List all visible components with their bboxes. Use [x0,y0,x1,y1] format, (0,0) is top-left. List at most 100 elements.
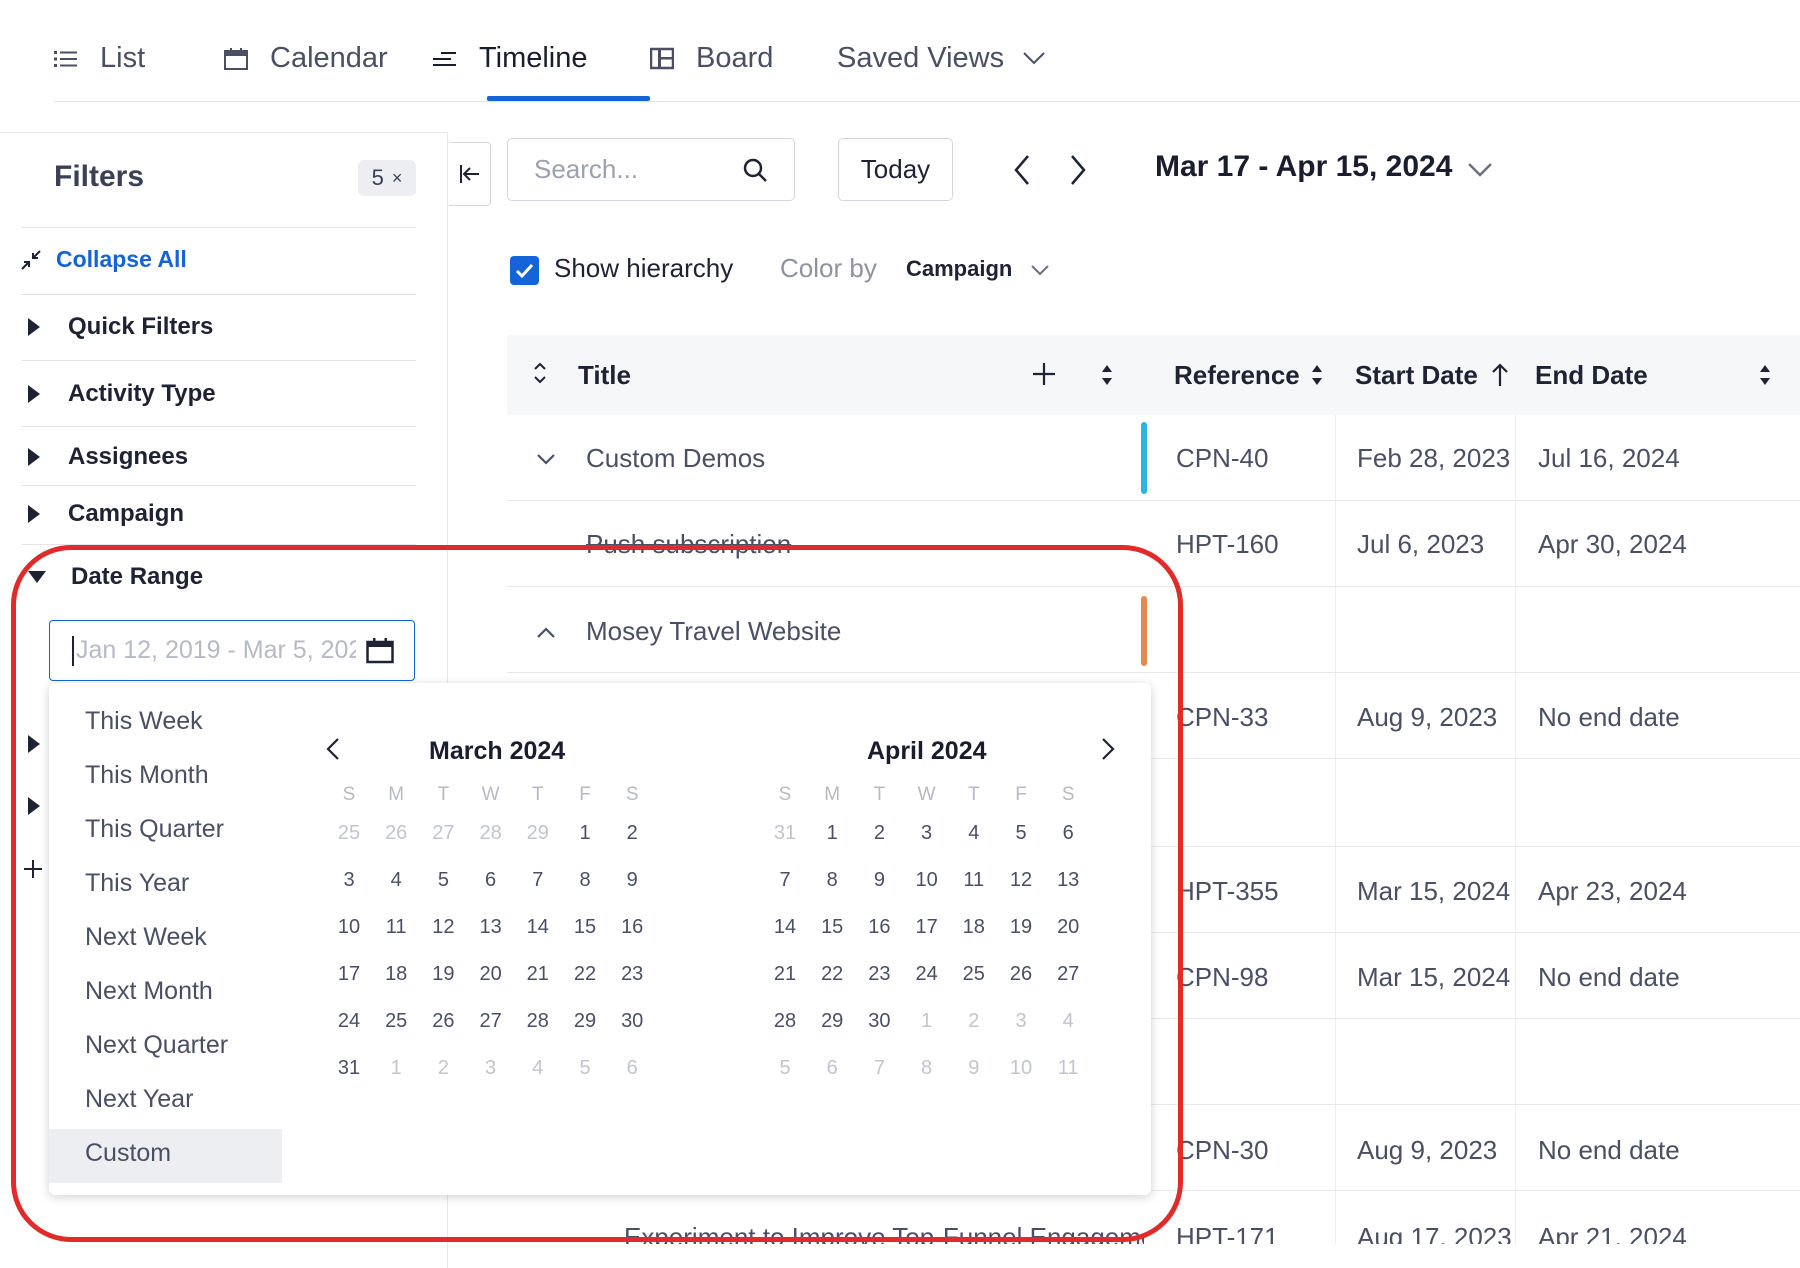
calendar-day[interactable]: 21 [518,963,558,986]
calendar-day[interactable]: 7 [765,869,805,892]
calendar-day[interactable]: 27 [1048,963,1088,986]
calendar-day[interactable]: 29 [518,822,558,845]
chevron-down-icon[interactable] [536,452,556,470]
calendar-day[interactable]: 8 [812,869,852,892]
calendar-day[interactable]: 5 [765,1057,805,1080]
calendar-day[interactable]: 29 [812,1010,852,1033]
calendar-day[interactable]: 25 [376,1010,416,1033]
row-reference[interactable]: CPN-40 [1176,443,1268,474]
calendar-day[interactable]: 11 [1048,1057,1088,1080]
calendar-day[interactable]: 2 [954,1010,994,1033]
calendar-day[interactable]: 13 [1048,869,1088,892]
collapse-all-button[interactable]: Collapse All [20,246,187,273]
preset-this-month[interactable]: This Month [85,761,209,790]
row-reference[interactable]: CPN-30 [1176,1135,1268,1166]
calendar-day[interactable]: 19 [423,963,463,986]
calendar-day[interactable]: 1 [907,1010,947,1033]
calendar-day[interactable]: 11 [954,869,994,892]
calendar-day[interactable]: 13 [471,916,511,939]
calendar-day[interactable]: 17 [907,916,947,939]
preset-custom[interactable]: Custom [85,1139,171,1168]
filter-date-range[interactable]: Date Range [28,563,203,591]
calendar-day[interactable]: 16 [612,916,652,939]
clear-filters-icon[interactable]: × [392,168,403,189]
row-reference[interactable]: HPT-171 [1176,1222,1279,1244]
calendar-day[interactable]: 2 [423,1057,463,1080]
column-header-reference[interactable]: Reference [1174,360,1300,391]
add-column-icon[interactable] [1032,362,1056,391]
calendar-day[interactable]: 9 [612,869,652,892]
calendar-day[interactable]: 31 [329,1057,369,1080]
sort-ascending-icon[interactable] [1490,362,1510,393]
calendar-day[interactable]: 21 [765,963,805,986]
calendar-day[interactable]: 26 [1001,963,1041,986]
search-input[interactable]: Search... [507,138,795,201]
calendar-day[interactable]: 26 [423,1010,463,1033]
collapse-sidebar-button[interactable] [449,142,491,206]
calendar-day[interactable]: 1 [565,822,605,845]
tab-calendar[interactable]: Calendar [224,38,388,78]
calendar-day[interactable]: 3 [1001,1010,1041,1033]
calendar-day[interactable]: 24 [329,1010,369,1033]
next-month-button[interactable] [1101,737,1115,766]
calendar-day[interactable]: 10 [907,869,947,892]
column-header-end-date[interactable]: End Date [1535,360,1648,391]
date-range-input[interactable]: Jan 12, 2019 - Mar 5, 2024 [49,620,415,681]
calendar-day[interactable]: 15 [565,916,605,939]
calendar-day[interactable]: 23 [612,963,652,986]
prev-month-button[interactable] [326,737,340,766]
calendar-day[interactable]: 18 [376,963,416,986]
color-by-select[interactable]: Campaign [906,256,1050,282]
calendar-day[interactable]: 4 [518,1057,558,1080]
today-button[interactable]: Today [838,138,953,201]
calendar-day[interactable]: 1 [376,1057,416,1080]
calendar-day[interactable]: 22 [565,963,605,986]
tab-board[interactable]: Board [649,38,773,78]
calendar-day[interactable]: 15 [812,916,852,939]
calendar-day[interactable]: 10 [329,916,369,939]
row-reference[interactable]: CPN-33 [1176,702,1268,733]
chevron-up-icon[interactable] [536,626,556,644]
calendar-day[interactable]: 9 [859,869,899,892]
tab-timeline[interactable]: Timeline [433,38,588,78]
calendar-day[interactable]: 28 [765,1010,805,1033]
calendar-day[interactable]: 26 [376,822,416,845]
filter-campaign[interactable]: Campaign [28,500,184,528]
calendar-day[interactable]: 4 [376,869,416,892]
calendar-day[interactable]: 9 [954,1057,994,1080]
calendar-day[interactable]: 12 [1001,869,1041,892]
calendar-day[interactable]: 2 [612,822,652,845]
filter-count-badge[interactable]: 5 × [358,160,416,196]
calendar-day[interactable]: 22 [812,963,852,986]
calendar-day[interactable]: 5 [565,1057,605,1080]
calendar-day[interactable]: 7 [518,869,558,892]
filter-activity-type[interactable]: Activity Type [28,380,216,408]
add-filter-icon[interactable] [22,858,44,885]
calendar-day[interactable]: 27 [471,1010,511,1033]
calendar-day[interactable]: 29 [565,1010,605,1033]
tab-list[interactable]: List [54,38,145,78]
sort-icon[interactable] [1100,364,1114,391]
calendar-day[interactable]: 20 [471,963,511,986]
row-title[interactable]: Push subscription [586,529,791,560]
calendar-day[interactable]: 8 [565,869,605,892]
row-title[interactable]: Mosey Travel Website [586,616,841,647]
calendar-day[interactable]: 27 [423,822,463,845]
tab-saved-views[interactable]: Saved Views [837,38,1046,78]
filter-assignees[interactable]: Assignees [28,443,188,471]
caret-right-icon[interactable] [28,797,40,815]
filter-quick-filters[interactable]: Quick Filters [28,313,213,341]
calendar-day[interactable]: 30 [612,1010,652,1033]
calendar-day[interactable]: 28 [471,822,511,845]
calendar-day[interactable]: 20 [1048,916,1088,939]
calendar-day[interactable]: 14 [518,916,558,939]
calendar-day[interactable]: 19 [1001,916,1041,939]
calendar-day[interactable]: 18 [954,916,994,939]
calendar-day[interactable]: 5 [1001,822,1041,845]
calendar-day[interactable]: 12 [423,916,463,939]
row-reference[interactable]: HPT-160 [1176,529,1279,560]
preset-this-week[interactable]: This Week [85,707,203,736]
calendar-day[interactable]: 25 [329,822,369,845]
calendar-day[interactable]: 25 [954,963,994,986]
calendar-day[interactable]: 3 [907,822,947,845]
